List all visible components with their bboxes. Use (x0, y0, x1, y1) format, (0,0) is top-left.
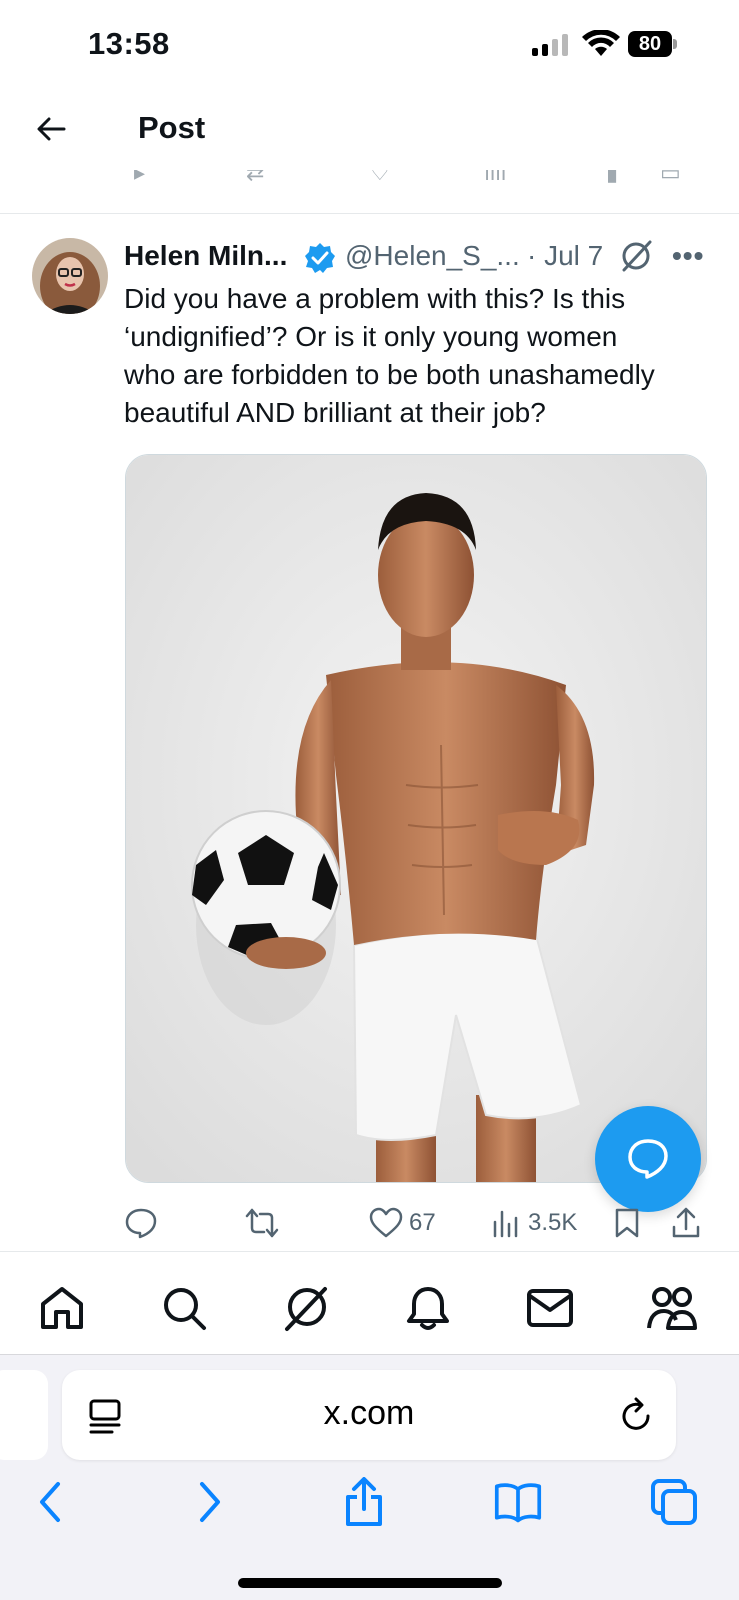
browser-bookmarks-button[interactable] (494, 1478, 542, 1526)
url-text: x.com (323, 1394, 415, 1432)
reply-icon (125, 1208, 157, 1239)
verified-badge-icon (305, 243, 335, 273)
divider (0, 1251, 739, 1252)
bookmark-icon (615, 1208, 639, 1238)
more-options-icon[interactable]: ••• (672, 240, 704, 272)
notifications-bell-icon (407, 1287, 449, 1330)
share-icon (672, 1207, 700, 1238)
adjacent-tab-preview[interactable] (0, 1370, 48, 1460)
page-title: Post (138, 110, 206, 145)
browser-tabs-button[interactable] (650, 1478, 698, 1526)
post-date[interactable]: · Jul 7 (527, 240, 603, 272)
repost-icon (245, 1208, 279, 1238)
battery-indicator: 80 (628, 31, 680, 57)
reload-icon[interactable] (618, 1396, 654, 1434)
browser-forward-button[interactable] (186, 1478, 234, 1526)
tab-home[interactable] (36, 1282, 88, 1334)
post-text-line: ‘undignified’? Or is it only young women (124, 321, 618, 352)
communities-icon (647, 1287, 697, 1330)
post-text-line: who are forbidden to be both unashamedly (124, 359, 655, 390)
search-icon (164, 1288, 206, 1330)
views-count: 3.5K (528, 1209, 578, 1236)
back-arrow-icon[interactable] (36, 116, 66, 142)
browser-share-button[interactable] (340, 1477, 388, 1526)
cellular-signal-icon (532, 34, 570, 56)
battery-level: 80 (628, 31, 672, 57)
reply-compose-fab[interactable] (595, 1106, 701, 1212)
author-avatar[interactable] (32, 238, 108, 314)
browser-back-button[interactable] (26, 1478, 74, 1526)
chevron-left-icon (40, 1482, 60, 1522)
grok-icon (285, 1287, 327, 1331)
status-time: 13:58 (88, 26, 170, 61)
tab-search[interactable] (158, 1282, 210, 1334)
wifi-icon (582, 30, 620, 56)
like-heart-icon (369, 1207, 403, 1238)
like-count: 67 (409, 1209, 436, 1236)
author-name[interactable]: Helen Miln... (124, 240, 287, 272)
previous-post-actions-partial: ▸ ⇄ ♡ ılıl ▮ ▭ (134, 170, 681, 185)
author-handle[interactable]: @Helen_S_... (345, 240, 520, 272)
reply-button[interactable] (124, 1205, 158, 1241)
book-icon (494, 1483, 542, 1523)
tabs-icon (651, 1479, 697, 1525)
post-media-image[interactable] (125, 454, 707, 1183)
post-text-line: Did you have a problem with this? Is thi… (124, 283, 626, 314)
post-text-line: beautiful AND brilliant at their job? (124, 397, 546, 428)
divider (0, 213, 739, 214)
address-bar[interactable]: x.com (62, 1370, 676, 1460)
views-button[interactable]: 3.5K (492, 1205, 577, 1241)
messages-envelope-icon (527, 1289, 573, 1327)
home-icon (41, 1287, 83, 1329)
share-icon (346, 1477, 382, 1526)
post-text: Did you have a problem with this? Is thi… (124, 280, 724, 432)
home-indicator (238, 1578, 502, 1588)
tab-messages[interactable] (524, 1282, 576, 1334)
repost-button[interactable] (244, 1205, 280, 1241)
tab-communities[interactable] (646, 1282, 698, 1334)
grok-icon[interactable] (618, 238, 654, 274)
bookmark-button[interactable] (614, 1205, 640, 1241)
chat-bubble-icon (628, 1139, 668, 1179)
views-chart-icon (493, 1210, 518, 1238)
tab-grok[interactable] (280, 1282, 332, 1334)
chevron-right-icon (200, 1482, 220, 1522)
like-button[interactable]: 67 (369, 1205, 436, 1241)
share-button[interactable] (671, 1205, 701, 1241)
tab-notifications[interactable] (402, 1282, 454, 1334)
